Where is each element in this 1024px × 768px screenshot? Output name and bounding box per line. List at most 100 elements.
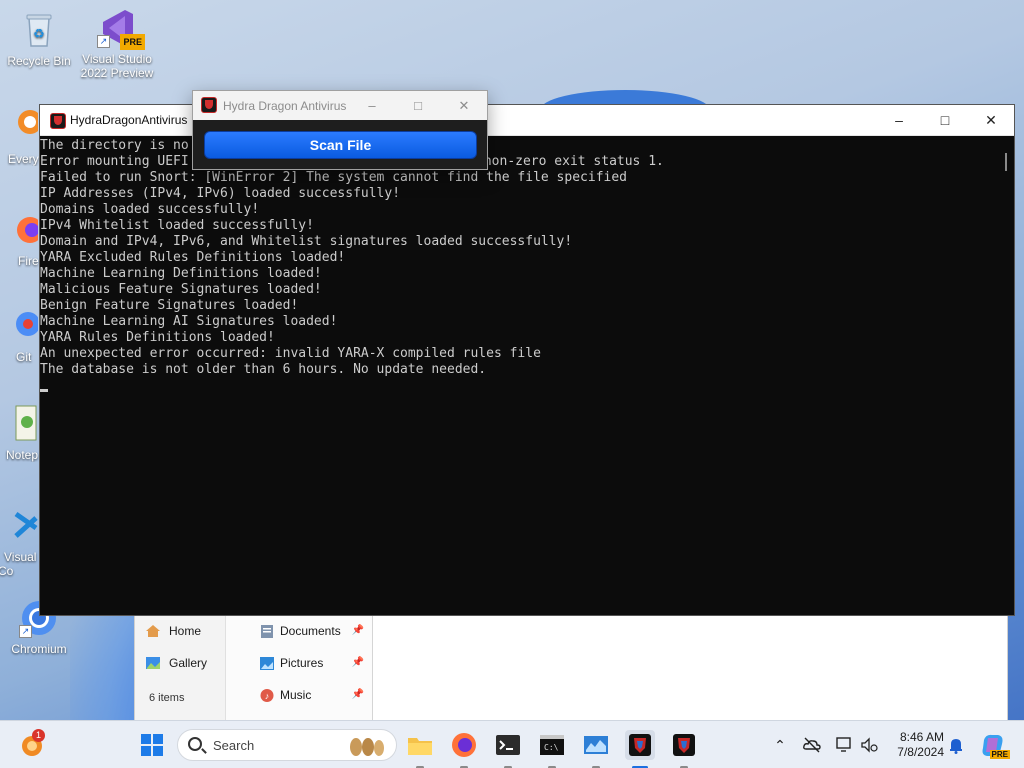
desktop-icon-label: Git xyxy=(16,350,32,364)
desktop-icon-label: Chromium xyxy=(11,642,67,656)
maximize-button[interactable]: □ xyxy=(395,91,441,120)
hydra-dragon-icon xyxy=(201,97,217,113)
close-button[interactable]: ✕ xyxy=(968,105,1014,135)
taskbar: 1 Search C:\ ⌃ 8:46 AM 7/8/2024 PRE xyxy=(0,720,1024,768)
desktop-icon-notepad[interactable]: Notep xyxy=(0,404,40,462)
notification-badge: 1 xyxy=(32,729,45,742)
taskbar-firefox[interactable] xyxy=(449,730,479,760)
nav-item-gallery[interactable]: Gallery xyxy=(135,648,225,678)
folder-icon xyxy=(408,738,432,755)
terminal-window: HydraDragonAntivirus – □ ✕ The directory… xyxy=(39,104,1015,616)
desktop-icon-recycle-bin[interactable]: ♻ Recycle Bin xyxy=(1,10,77,68)
clock-date: 7/8/2024 xyxy=(897,745,944,759)
terminal-title: HydraDragonAntivirus xyxy=(70,113,188,127)
minimize-button[interactable]: – xyxy=(349,91,395,120)
desktop-icon-everything[interactable]: Every xyxy=(0,108,40,166)
explorer-nav-pane: Home Gallery 6 items xyxy=(135,613,225,721)
start-button[interactable] xyxy=(137,730,167,760)
preview-badge: PRE xyxy=(120,34,145,50)
nav-item-home[interactable]: Home xyxy=(135,616,225,646)
terminal-titlebar[interactable]: HydraDragonAntivirus – □ ✕ xyxy=(40,105,1014,136)
terminal-line: IPv4 Whitelist loaded successfully! xyxy=(40,218,314,233)
desktop-icon-visual-code[interactable]: Visual Co xyxy=(0,506,40,578)
search-highlight-icon xyxy=(350,738,384,756)
pin-icon: 📌 xyxy=(351,689,364,700)
quick-access-pictures[interactable]: Pictures 📌 xyxy=(226,648,374,678)
show-hidden-icons-chevron-icon[interactable]: ⌃ xyxy=(770,735,790,755)
shortcut-arrow-icon: ↗ xyxy=(19,625,32,638)
desktop-icon-firefox[interactable]: Fire xyxy=(0,210,40,268)
terminal-line: The directory is no xyxy=(40,138,189,153)
taskbar-search[interactable]: Search xyxy=(177,729,397,761)
terminal-line: Machine Learning Definitions loaded! xyxy=(40,266,322,281)
pin-icon: 📌 xyxy=(351,657,364,668)
pictures-icon xyxy=(260,657,274,670)
notifications-bell-icon[interactable] xyxy=(946,735,966,755)
quick-access-label: Documents xyxy=(280,624,341,638)
desktop-icon-label: Fire xyxy=(18,254,39,268)
scan-file-button[interactable]: Scan File xyxy=(204,131,477,159)
taskbar-widget-button[interactable]: 1 xyxy=(18,729,48,760)
svg-text:♪: ♪ xyxy=(265,691,270,701)
volume-muted-icon[interactable] xyxy=(859,735,879,755)
everything-icon xyxy=(12,108,40,148)
copilot-preview-badge: PRE xyxy=(989,750,1010,759)
gallery-icon xyxy=(145,656,161,670)
terminal-line: YARA Excluded Rules Definitions loaded! xyxy=(40,250,346,265)
windows-logo-icon xyxy=(141,734,163,756)
desktop-icon-visual-studio[interactable]: PRE ↗ Visual Studio 2022 Preview xyxy=(79,8,155,80)
desktop-icon-git[interactable]: Git xyxy=(0,306,40,364)
network-icon[interactable] xyxy=(834,735,854,755)
quick-access-documents[interactable]: Documents 📌 xyxy=(226,616,374,646)
taskbar-file-explorer[interactable] xyxy=(405,730,435,760)
taskbar-command-prompt[interactable]: C:\ xyxy=(537,730,567,760)
quick-access-list: Documents 📌 Pictures 📌 ♪ Music 📌 xyxy=(225,613,373,721)
terminal-cursor-line xyxy=(40,378,998,394)
terminal-line: Failed to run Snort: [WinError 2] The sy… xyxy=(40,170,627,185)
scrollbar-thumb[interactable] xyxy=(1005,153,1007,171)
desktop-icon-label: Visual Co xyxy=(0,550,37,578)
notepad-icon xyxy=(14,404,40,444)
terminal-line-start: Error mounting UEFI xyxy=(40,154,189,169)
quick-access-music[interactable]: ♪ Music 📌 xyxy=(226,680,374,710)
svg-text:♻: ♻ xyxy=(33,26,45,41)
scanner-titlebar[interactable]: Hydra Dragon Antivirus – □ ✕ xyxy=(193,91,487,120)
close-button[interactable]: ✕ xyxy=(441,91,487,120)
status-item-count: 6 items xyxy=(149,692,185,704)
quick-access-label: Pictures xyxy=(280,656,324,670)
text-cursor xyxy=(40,389,48,392)
documents-icon xyxy=(260,625,274,638)
taskbar-monitor-app[interactable] xyxy=(581,730,611,760)
terminal-line: Domain and IPv4, IPv6, and Whitelist sig… xyxy=(40,234,573,249)
scanner-window: Hydra Dragon Antivirus – □ ✕ Scan File xyxy=(192,90,488,170)
home-icon xyxy=(145,624,161,638)
terminal-line: IP Addresses (IPv4, IPv6) loaded success… xyxy=(40,186,401,201)
desktop-icon-label: Visual Studio 2022 Preview xyxy=(80,52,154,80)
desktop-icon-label: Notep xyxy=(6,448,39,462)
taskbar-hydra-dragon-console[interactable] xyxy=(625,730,655,760)
shortcut-arrow-icon: ↗ xyxy=(97,35,110,48)
terminal-line: Benign Feature Signatures loaded! xyxy=(40,298,299,313)
minimize-button[interactable]: – xyxy=(876,105,922,135)
terminal-line: The database is not older than 6 hours. … xyxy=(40,362,487,377)
pin-icon: 📌 xyxy=(351,625,364,636)
terminal-scrollbar[interactable] xyxy=(998,137,1014,615)
copilot-button[interactable]: PRE xyxy=(978,730,1010,760)
music-icon: ♪ xyxy=(260,689,274,702)
quick-access-label: Music xyxy=(280,688,312,702)
firefox-icon xyxy=(12,210,40,250)
nav-item-label: Home xyxy=(169,624,202,638)
vscode-icon xyxy=(12,506,40,546)
nav-item-label: Gallery xyxy=(169,656,208,670)
system-clock[interactable]: 8:46 AM 7/8/2024 xyxy=(884,730,944,760)
taskbar-terminal[interactable] xyxy=(493,730,523,760)
onedrive-offline-icon[interactable] xyxy=(802,735,822,755)
performance-monitor-icon xyxy=(584,736,608,754)
maximize-button[interactable]: □ xyxy=(922,105,968,135)
search-icon xyxy=(188,737,202,751)
taskbar-hydra-dragon-gui[interactable] xyxy=(669,730,699,760)
clock-time: 8:46 AM xyxy=(899,730,944,744)
terminal-output[interactable]: The directory is no Error mounting UEFI r… xyxy=(40,137,998,615)
recycle-bin-icon: ♻ xyxy=(19,10,59,50)
terminal-line: Malicious Feature Signatures loaded! xyxy=(40,282,322,297)
